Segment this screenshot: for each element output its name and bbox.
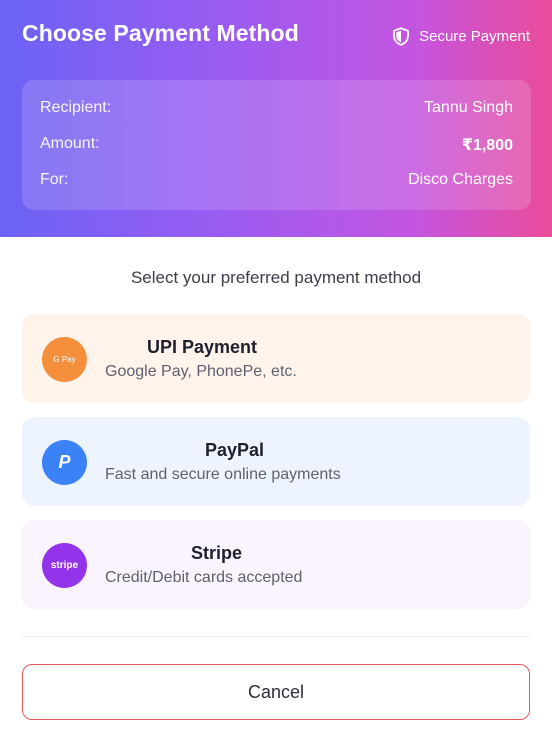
shield-icon [392, 27, 410, 46]
upi-payment-option[interactable]: G Pay UPI Payment Google Pay, PhonePe, e… [22, 314, 530, 403]
stripe-option-title: Stripe [191, 543, 243, 563]
modal-header: Choose Payment Method Secure Payment Rec… [0, 0, 552, 237]
paypal-option-subtitle: Fast and secure online payments [105, 466, 341, 483]
recipient-label: Recipient: [40, 99, 112, 116]
recipient-value: Tannu Singh [424, 99, 513, 116]
gpay-icon: G Pay [42, 337, 87, 382]
secure-payment-label: Secure Payment [419, 28, 530, 45]
selection-prompt: Select your preferred payment method [130, 268, 422, 287]
modal-title: Choose Payment Method [22, 20, 299, 46]
paypal-option[interactable]: P PayPal Fast and secure online payments [22, 417, 530, 506]
paypal-option-title: PayPal [205, 440, 265, 460]
paypal-icon: P [42, 440, 87, 485]
amount-value: ₹1,800 [461, 137, 513, 154]
amount-label: Amount: [40, 135, 100, 152]
stripe-option-subtitle: Credit/Debit cards accepted [105, 569, 303, 586]
for-label: For: [40, 171, 69, 188]
payment-summary-card: Recipient: Tannu Singh Amount: ₹1,800 Fo… [22, 80, 531, 210]
upi-option-subtitle: Google Pay, PhonePe, etc. [105, 363, 297, 380]
amount-row: Amount: ₹1,800 [40, 135, 513, 155]
cancel-button[interactable]: Cancel [22, 664, 530, 720]
payment-method-modal: Choose Payment Method Secure Payment Rec… [0, 0, 552, 743]
footer-divider [22, 636, 530, 637]
stripe-option[interactable]: stripe Stripe Credit/Debit cards accepte… [22, 520, 530, 609]
secure-payment-badge: Secure Payment [392, 27, 530, 46]
for-row: For: Disco Charges [40, 171, 513, 189]
recipient-row: Recipient: Tannu Singh [40, 99, 513, 117]
upi-option-title: UPI Payment [147, 337, 258, 357]
stripe-icon: stripe [42, 543, 87, 588]
for-value: Disco Charges [408, 171, 513, 188]
